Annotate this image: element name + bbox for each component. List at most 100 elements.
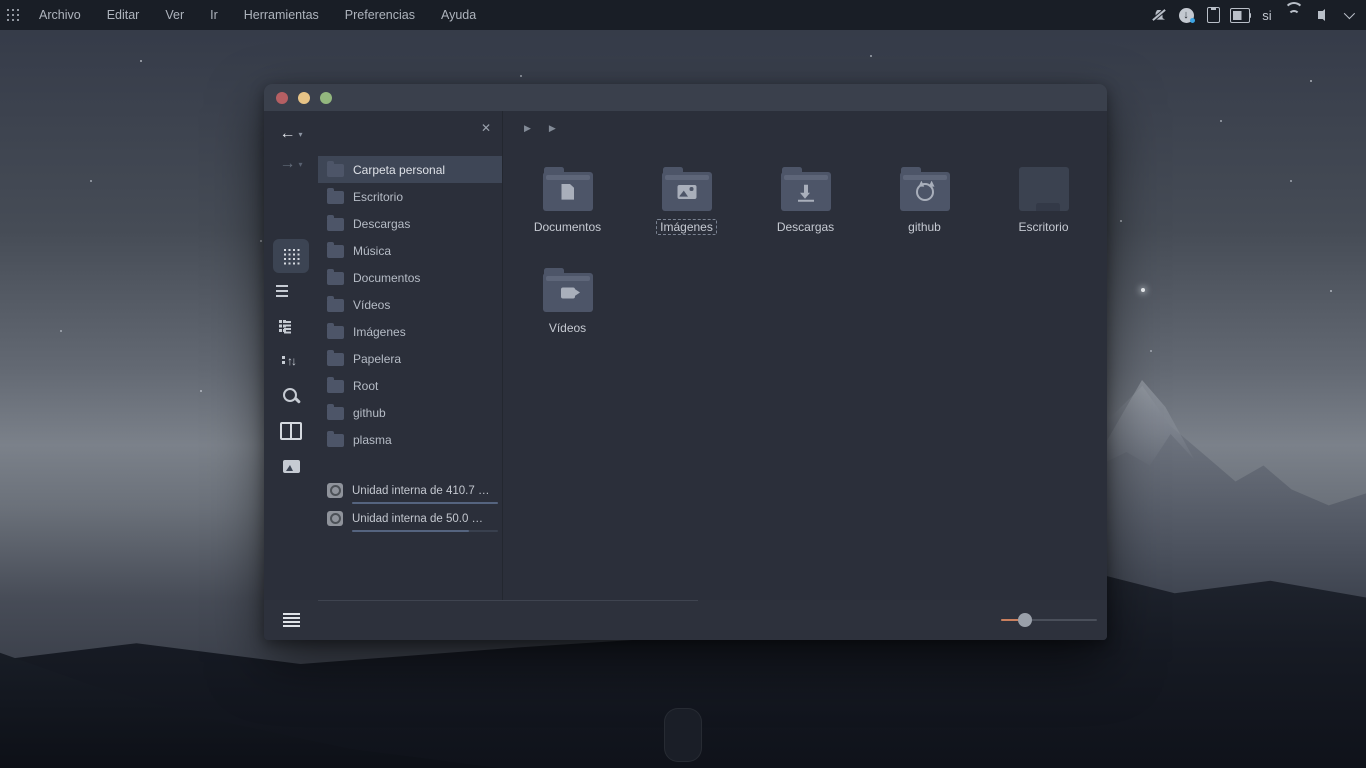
- menu-item[interactable]: Ver: [152, 0, 197, 30]
- tray-icon[interactable]: si: [1257, 0, 1277, 30]
- zoom-slider-handle[interactable]: [1018, 613, 1032, 627]
- forward-button[interactable]: → ▾: [279, 149, 302, 179]
- stars: [140, 60, 142, 62]
- folder-label: Descargas: [773, 219, 838, 235]
- folder-glyph-icon: [798, 199, 814, 202]
- back-button[interactable]: ← ▾: [279, 119, 302, 149]
- folder-item[interactable]: github: [865, 167, 984, 268]
- place-label: Descargas: [353, 217, 410, 231]
- dolphin-window: ← ▾ → ▾ ✕: [264, 84, 1107, 640]
- menu-item[interactable]: Ir: [197, 0, 231, 30]
- device-label: Unidad interna de 410.7 …: [352, 485, 489, 497]
- menu-item[interactable]: Preferencias: [332, 0, 428, 30]
- maximize-button[interactable]: [320, 92, 332, 104]
- menu-list: ArchivoEditarVerIrHerramientasPreferenci…: [26, 0, 489, 30]
- panel-tabbar: [318, 600, 698, 640]
- place-item[interactable]: Papelera: [318, 345, 502, 372]
- window-body: ← ▾ → ▾ ✕: [264, 111, 1107, 600]
- place-icon: [327, 353, 344, 366]
- folder-label: github: [904, 219, 945, 235]
- folder-item[interactable]: Escritorio: [984, 167, 1103, 268]
- place-item[interactable]: plasma: [318, 426, 502, 453]
- tray-icon[interactable]: [1230, 0, 1250, 30]
- folder-glyph-icon: [916, 183, 934, 201]
- folder-item[interactable]: Vídeos: [508, 268, 627, 369]
- place-label: Escritorio: [353, 190, 403, 204]
- place-label: Imágenes: [353, 325, 406, 339]
- place-icon: [327, 326, 344, 339]
- places-panel-header: ✕: [318, 111, 502, 145]
- view-toolbar-button[interactable]: [273, 274, 309, 308]
- tray-icon[interactable]: [1338, 0, 1358, 30]
- folder-icon: [543, 167, 593, 211]
- dock: [664, 708, 702, 762]
- tray-icon[interactable]: [1284, 0, 1304, 30]
- folder-glyph-icon: [677, 185, 696, 199]
- place-item[interactable]: Carpeta personal: [318, 156, 502, 183]
- hamburger-menu-icon[interactable]: [283, 613, 300, 615]
- device-item[interactable]: Unidad interna de 410.7 …: [318, 477, 502, 504]
- folder-item[interactable]: Imágenes: [627, 167, 746, 268]
- view-toolbar-button[interactable]: [273, 379, 309, 413]
- back-arrow-icon: ←: [279, 126, 295, 142]
- folder-label: Documentos: [530, 219, 605, 235]
- place-icon: [327, 299, 344, 312]
- close-button[interactable]: [276, 92, 288, 104]
- titlebar[interactable]: [264, 84, 1107, 111]
- places-panel: ✕ Carpeta personal Escritorio Descargas: [318, 111, 503, 600]
- folder-glyph-icon: [561, 287, 575, 298]
- folder-label: Escritorio: [1014, 219, 1072, 235]
- folder-glyph-icon: [561, 184, 574, 200]
- keyboard-layout-label: si: [1262, 8, 1271, 23]
- view-toolbar-button[interactable]: [273, 449, 309, 483]
- drive-icon: [327, 511, 343, 526]
- folder-item[interactable]: Documentos: [508, 167, 627, 268]
- minimize-button[interactable]: [298, 92, 310, 104]
- system-tray: si: [1149, 0, 1358, 30]
- view-toolbar-button[interactable]: [273, 344, 309, 378]
- view-toolbar-button[interactable]: [273, 309, 309, 343]
- app-launcher-icon[interactable]: [0, 0, 26, 30]
- panel-close-icon[interactable]: ✕: [478, 120, 494, 136]
- place-icon: [327, 272, 344, 285]
- side-toolbar: ← ▾ → ▾: [264, 111, 318, 600]
- place-item[interactable]: Escritorio: [318, 183, 502, 210]
- menu-item[interactable]: Archivo: [26, 0, 94, 30]
- desktop-wallpaper: ArchivoEditarVerIrHerramientasPreferenci…: [0, 0, 1366, 768]
- place-icon: [327, 218, 344, 231]
- folder-icon: [900, 167, 950, 211]
- place-item[interactable]: Root: [318, 372, 502, 399]
- zoom-slider[interactable]: [1001, 613, 1097, 627]
- device-item[interactable]: Unidad interna de 50.0 …: [318, 505, 502, 532]
- menu-item[interactable]: Ayuda: [428, 0, 489, 30]
- tray-icon[interactable]: [1176, 0, 1196, 30]
- capacity-bar: [352, 530, 498, 533]
- device-label: Unidad interna de 50.0 …: [352, 513, 483, 525]
- breadcrumb-separator-icon: ▶: [549, 123, 556, 134]
- folder-label: Vídeos: [545, 320, 590, 336]
- folder-item[interactable]: Descargas: [746, 167, 865, 268]
- place-icon: [327, 380, 344, 393]
- place-item[interactable]: github: [318, 399, 502, 426]
- place-icon: [327, 434, 344, 447]
- place-label: Vídeos: [353, 298, 390, 312]
- menu-item[interactable]: Herramientas: [231, 0, 332, 30]
- place-item[interactable]: Imágenes: [318, 318, 502, 345]
- view-toolbar-button[interactable]: [273, 414, 309, 448]
- tray-icon[interactable]: [1203, 0, 1223, 30]
- breadcrumb-separator-icon: ▶: [524, 123, 531, 134]
- zoom-control: [993, 613, 1097, 627]
- place-item[interactable]: Vídeos: [318, 291, 502, 318]
- place-item[interactable]: Música: [318, 237, 502, 264]
- global-menubar: ArchivoEditarVerIrHerramientasPreferenci…: [0, 0, 1366, 30]
- menu-item[interactable]: Editar: [94, 0, 153, 30]
- place-icon: [327, 164, 344, 177]
- tray-icon[interactable]: [1311, 0, 1331, 30]
- tray-icon[interactable]: [1149, 0, 1169, 30]
- place-item[interactable]: Documentos: [318, 264, 502, 291]
- folder-label: Imágenes: [656, 219, 717, 235]
- view-toolbar-button[interactable]: [273, 239, 309, 273]
- place-label: Música: [353, 244, 391, 258]
- capacity-bar: [352, 502, 498, 505]
- place-item[interactable]: Descargas: [318, 210, 502, 237]
